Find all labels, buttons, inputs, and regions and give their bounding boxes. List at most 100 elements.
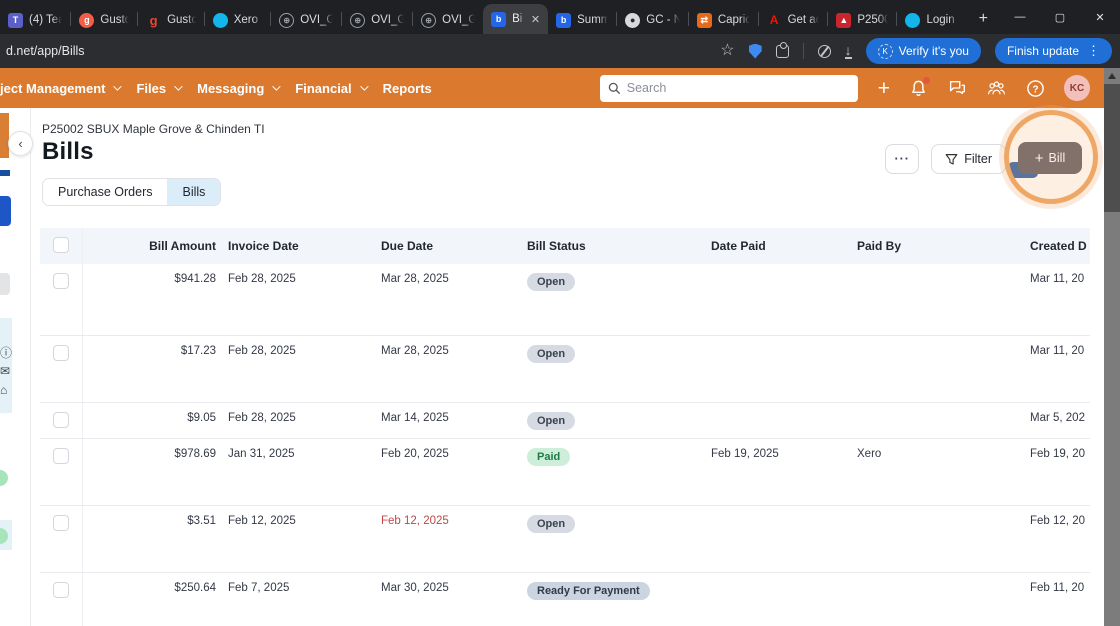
notification-badge	[923, 76, 930, 84]
filter-label: Filter	[964, 152, 992, 166]
table-row[interactable]: $250.64 Feb 7, 2025 Mar 30, 2025 Ready For …	[40, 572, 1090, 626]
bills-table: Bill Amount Invoice Date Due Date Bill S…	[40, 228, 1090, 626]
created-date-cell: Feb 12, 20	[1024, 505, 1090, 573]
info-icon[interactable]: ⓘ	[0, 344, 14, 361]
bookmark-star-icon[interactable]: ☆	[720, 43, 734, 59]
chrome-menu-dots-icon[interactable]: ⋮	[1087, 43, 1100, 59]
bill-status-cell: Open	[521, 402, 705, 439]
row-checkbox[interactable]	[52, 514, 69, 531]
table-row[interactable]: $978.69 Jan 31, 2025 Feb 20, 2025 Paid Feb 1…	[40, 438, 1090, 506]
browser-tab-summ[interactable]: b Summ	[548, 6, 616, 34]
nav-item-messaging[interactable]: Messaging	[197, 81, 295, 96]
col-bill-amount[interactable]: Bill Amount	[82, 228, 222, 264]
tab-title: Summ	[577, 14, 609, 26]
scrollbar-up-arrow[interactable]	[1108, 73, 1116, 79]
close-window-button[interactable]: ✕	[1080, 0, 1120, 34]
nav-item-reports[interactable]: Reports	[383, 81, 449, 96]
browser-tab-get-ac[interactable]: A Get ac	[759, 6, 828, 34]
paid-by-cell	[851, 572, 1024, 626]
toolbar: ··· Filter + Bill	[885, 110, 1098, 204]
subs-people-icon[interactable]	[986, 79, 1007, 98]
divider	[802, 43, 804, 59]
chevron-down-icon	[272, 82, 281, 91]
verify-button[interactable]: K Verify it's you	[865, 38, 981, 64]
home-icon[interactable]: ⌂	[0, 383, 14, 397]
chevron-down-icon	[174, 82, 183, 91]
url-text[interactable]: d.net/app/Bills	[6, 44, 720, 58]
extensions-puzzle-icon[interactable]	[775, 41, 789, 58]
browser-tab-ovi-g[interactable]: ⊕ OVI_G	[342, 6, 412, 34]
browser-tab-bar: T (4) Tea g Gusto g Gusto Xero | ⊕ OVI_G ⊕ OVI_G ⊕ O…	[0, 0, 1120, 34]
notifications-bell-icon[interactable]	[909, 76, 930, 98]
table-row[interactable]: $3.51 Feb 12, 2025 Feb 12, 2025 Open Feb 12,…	[40, 505, 1090, 573]
tab-title: Gusto	[100, 14, 130, 26]
row-checkbox[interactable]	[52, 344, 69, 361]
row-checkbox[interactable]	[52, 273, 69, 289]
table-row[interactable]: $941.28 Feb 28, 2025 Mar 28, 2025 Open Mar 1…	[40, 264, 1090, 336]
col-invoice-date[interactable]: Invoice Date	[222, 228, 375, 264]
col-date-paid[interactable]: Date Paid	[705, 228, 851, 264]
sidebar-gray-button[interactable]	[0, 273, 10, 295]
date-paid-cell	[705, 264, 851, 336]
nav-item-files[interactable]: Files	[136, 81, 197, 96]
due-date-cell: Feb 20, 2025	[375, 438, 521, 506]
nav-item-label: Reports	[382, 80, 432, 96]
mail-icon[interactable]: ✉	[0, 364, 14, 378]
add-bill-button[interactable]: + Bill	[1018, 142, 1082, 174]
finish-update-label: Finish update	[1006, 44, 1079, 58]
row-checkbox[interactable]	[52, 447, 69, 464]
date-paid-cell: Feb 19, 2025	[705, 438, 851, 506]
table-row[interactable]: $9.05 Feb 28, 2025 Mar 14, 2025 Open Mar 5, …	[40, 402, 1090, 439]
tab-close-icon[interactable]: ✕	[531, 13, 540, 26]
browser-tab-ovi-g[interactable]: ⊕ OVI_G	[413, 6, 483, 34]
add-bill-label: Bill	[1048, 151, 1066, 165]
browser-tab-gusto[interactable]: g Gusto	[71, 6, 137, 34]
col-created-date[interactable]: Created D	[1024, 228, 1090, 264]
filter-button[interactable]: Filter	[931, 144, 1006, 174]
col-due-date[interactable]: Due Date	[375, 228, 521, 264]
teams-favicon: T	[8, 12, 23, 28]
sidebar-collapse-button[interactable]: ‹	[8, 131, 33, 156]
quick-add-icon[interactable]: +	[878, 78, 890, 99]
status-badge: Open	[527, 344, 576, 363]
shield-extension-icon[interactable]	[748, 43, 762, 59]
more-actions-button[interactable]: ···	[885, 144, 920, 174]
browser-tab-ovi-g[interactable]: ⊕ OVI_G	[271, 6, 341, 34]
download-icon[interactable]: ↓	[844, 43, 852, 59]
browser-tab-p2500[interactable]: ▲ P2500	[828, 6, 896, 34]
user-avatar[interactable]: KC	[1064, 75, 1090, 101]
tab-title: OVI_G	[371, 14, 405, 26]
nav-item-financial[interactable]: Financial	[295, 81, 382, 96]
search-box[interactable]	[599, 74, 858, 102]
view-tab-purchase-orders[interactable]: Purchase Orders	[43, 179, 168, 205]
eco-extension-icon[interactable]	[817, 44, 831, 58]
view-tab-bills[interactable]: Bills	[167, 179, 221, 205]
scrollbar-thumb[interactable]	[1104, 84, 1120, 212]
browser-tab-xero-[interactable]: Xero |	[205, 6, 270, 34]
col-paid-by[interactable]: Paid By	[851, 228, 1024, 264]
minimize-button[interactable]: —	[1000, 0, 1040, 34]
page-scrollbar[interactable]	[1104, 68, 1120, 626]
maximize-button[interactable]: ▢	[1040, 0, 1080, 34]
browser-tab-gusto[interactable]: g Gusto	[138, 6, 204, 34]
row-checkbox-cell	[40, 264, 83, 336]
table-row[interactable]: $17.23 Feb 28, 2025 Mar 28, 2025 Open Mar 11…	[40, 335, 1090, 403]
col-bill-status[interactable]: Bill Status	[521, 228, 705, 264]
search-input[interactable]	[626, 81, 850, 95]
row-checkbox[interactable]	[52, 411, 69, 428]
help-icon[interactable]: ?	[1026, 79, 1045, 98]
messages-chat-icon[interactable]	[947, 78, 967, 98]
new-tab-button[interactable]: +	[967, 10, 1000, 34]
sidebar-blue-button[interactable]	[0, 196, 11, 226]
nav-item-ject-management[interactable]: ject Management	[0, 81, 136, 96]
avatar-green-1[interactable]	[0, 470, 8, 486]
finish-update-button[interactable]: Finish update ⋮	[994, 38, 1112, 64]
row-checkbox[interactable]	[52, 581, 69, 598]
browser-tab-caprio[interactable]: ⇄ Caprio	[689, 6, 758, 34]
browser-tab-gc-n[interactable]: ● GC - N	[617, 6, 688, 34]
browser-tab-login-[interactable]: Login |	[897, 6, 966, 34]
sidebar-orange-block	[0, 113, 9, 158]
select-all-checkbox[interactable]	[52, 236, 69, 253]
browser-tab--4-tea[interactable]: T (4) Tea	[0, 6, 70, 34]
browser-tab-bil[interactable]: b Bil ✕	[483, 4, 549, 34]
